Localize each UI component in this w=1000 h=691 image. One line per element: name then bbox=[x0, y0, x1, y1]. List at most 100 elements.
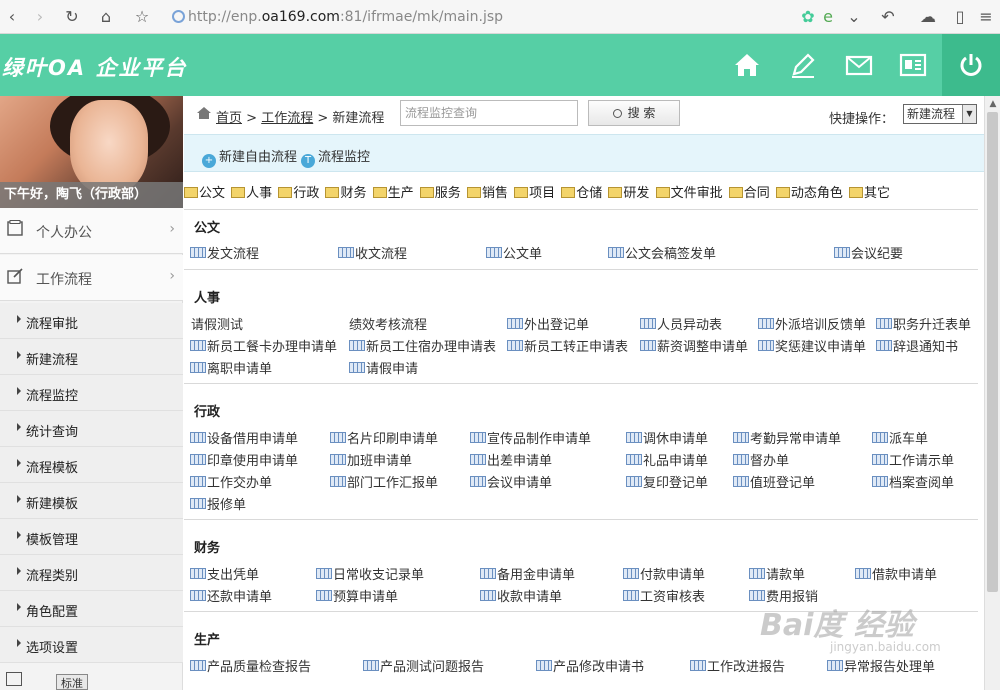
logout-button[interactable] bbox=[942, 34, 1000, 96]
flow-item[interactable]: 督办单 bbox=[733, 450, 789, 469]
sidebar-item-monitor[interactable]: 流程监控 bbox=[0, 375, 183, 411]
flow-item[interactable]: 奖惩建议申请单 bbox=[758, 336, 866, 355]
monitor-icon[interactable] bbox=[6, 672, 22, 686]
flow-item[interactable]: 新员工住宿办理申请表 bbox=[349, 336, 496, 355]
flow-item[interactable]: 派车单 bbox=[872, 428, 928, 447]
shield-icon[interactable]: ✿ bbox=[798, 7, 818, 27]
flow-item[interactable]: 职务升迁表单 bbox=[876, 314, 971, 333]
flow-item[interactable]: 付款申请单 bbox=[623, 564, 705, 583]
back-icon[interactable]: ‹ bbox=[2, 7, 22, 27]
flow-item[interactable]: 档案查阅单 bbox=[872, 472, 954, 491]
category-tab[interactable]: 生产 bbox=[372, 182, 414, 201]
flow-item[interactable]: 会议纪要 bbox=[834, 243, 903, 262]
sidebar-item-new-flow[interactable]: 新建流程 bbox=[0, 339, 183, 375]
flow-item[interactable]: 收文流程 bbox=[338, 243, 407, 262]
edit-icon[interactable] bbox=[788, 50, 818, 80]
vertical-scrollbar[interactable]: ▲ bbox=[984, 96, 1000, 690]
flow-item[interactable]: 异常报告处理单 bbox=[827, 656, 935, 675]
flow-item[interactable]: 请假测试 bbox=[191, 314, 243, 333]
sidebar-item-workflow[interactable]: 工作流程 › bbox=[0, 255, 183, 301]
flow-monitor-button[interactable]: T 流程监控 bbox=[301, 146, 370, 168]
profile-card-icon[interactable] bbox=[898, 50, 928, 80]
category-tab[interactable]: 仓储 bbox=[561, 182, 602, 201]
flow-item[interactable]: 工资审核表 bbox=[623, 586, 705, 605]
category-tab[interactable]: 动态角色 bbox=[775, 182, 843, 201]
sidebar-item-personal-office[interactable]: 个人办公 › bbox=[0, 208, 183, 254]
flow-item[interactable]: 绩效考核流程 bbox=[349, 314, 427, 333]
ie-icon[interactable]: e bbox=[818, 7, 838, 27]
flow-item[interactable]: 借款申请单 bbox=[855, 564, 937, 583]
flow-item[interactable]: 设备借用申请单 bbox=[190, 428, 298, 447]
flow-item[interactable]: 会议申请单 bbox=[470, 472, 552, 491]
flow-item[interactable]: 宣传品制作申请单 bbox=[470, 428, 591, 447]
forward-icon[interactable]: › bbox=[30, 7, 50, 27]
flow-item[interactable]: 离职申请单 bbox=[190, 358, 272, 377]
category-tab[interactable]: 合同 bbox=[728, 182, 770, 201]
search-button[interactable]: 搜 索 bbox=[588, 100, 680, 126]
category-tab[interactable]: 项目 bbox=[514, 182, 555, 201]
flow-item[interactable]: 公文会稿签发单 bbox=[608, 243, 716, 262]
flow-item[interactable]: 人员异动表 bbox=[640, 314, 722, 333]
flow-item[interactable]: 工作改进报告 bbox=[690, 656, 785, 675]
flow-item[interactable]: 请款单 bbox=[749, 564, 805, 583]
cloud-icon[interactable]: ☁ bbox=[918, 7, 938, 27]
sidebar-item-template-manage[interactable]: 模板管理 bbox=[0, 519, 183, 555]
sidebar-item-flow-category[interactable]: 流程类别 bbox=[0, 555, 183, 591]
phone-icon[interactable]: ▯ bbox=[950, 7, 970, 27]
undo-icon[interactable]: ↶ bbox=[878, 7, 898, 27]
category-tab[interactable]: 其它 bbox=[849, 182, 890, 201]
mail-icon[interactable] bbox=[844, 50, 874, 80]
flow-item[interactable]: 礼品申请单 bbox=[626, 450, 708, 469]
flow-item[interactable]: 部门工作汇报单 bbox=[330, 472, 438, 491]
address-bar[interactable]: http://enp.oa169.com:81/ifrmae/mk/main.j… bbox=[172, 5, 872, 29]
category-tab[interactable]: 公文 bbox=[184, 182, 225, 201]
category-tab[interactable]: 财务 bbox=[325, 182, 366, 201]
flow-item[interactable]: 薪资调整申请单 bbox=[640, 336, 748, 355]
sidebar-item-role-config[interactable]: 角色配置 bbox=[0, 591, 183, 627]
category-tab[interactable]: 人事 bbox=[231, 182, 272, 201]
sidebar-item-approval[interactable]: 流程审批 bbox=[0, 303, 183, 339]
flow-item[interactable]: 外出登记单 bbox=[507, 314, 589, 333]
flow-item[interactable]: 支出凭单 bbox=[190, 564, 259, 583]
flow-item[interactable]: 加班申请单 bbox=[330, 450, 412, 469]
category-tab[interactable]: 服务 bbox=[419, 182, 461, 201]
flow-item[interactable]: 出差申请单 bbox=[470, 450, 552, 469]
home-icon[interactable]: ⌂ bbox=[96, 7, 116, 27]
search-input[interactable]: 流程监控查询 bbox=[400, 100, 578, 126]
new-free-flow-button[interactable]: + 新建自由流程 bbox=[202, 146, 297, 168]
flow-item[interactable]: 还款申请单 bbox=[190, 586, 272, 605]
category-tab[interactable]: 文件审批 bbox=[655, 182, 723, 201]
flow-item[interactable]: 复印登记单 bbox=[626, 472, 708, 491]
flow-item[interactable]: 报修单 bbox=[190, 494, 246, 513]
breadcrumb-workflow-link[interactable]: 工作流程 bbox=[261, 111, 313, 126]
flow-item[interactable]: 产品质量检查报告 bbox=[190, 656, 311, 675]
flow-item[interactable]: 工作交办单 bbox=[190, 472, 272, 491]
category-tab[interactable]: 销售 bbox=[466, 182, 508, 201]
sidebar-item-new-template[interactable]: 新建模板 bbox=[0, 483, 183, 519]
flow-item[interactable]: 备用金申请单 bbox=[480, 564, 575, 583]
category-tab[interactable]: 研发 bbox=[608, 182, 649, 201]
quick-action-select[interactable]: 新建流程 ▼ bbox=[903, 104, 977, 124]
flow-item[interactable]: 印章使用申请单 bbox=[190, 450, 298, 469]
reload-icon[interactable]: ↻ bbox=[62, 7, 82, 27]
flow-item[interactable]: 调休申请单 bbox=[626, 428, 708, 447]
home-icon[interactable] bbox=[732, 50, 762, 80]
sidebar-item-templates[interactable]: 流程模板 bbox=[0, 447, 183, 483]
flow-item[interactable]: 请假申请 bbox=[349, 358, 418, 377]
flow-item[interactable]: 产品修改申请书 bbox=[536, 656, 644, 675]
sidebar-item-options[interactable]: 选项设置 bbox=[0, 627, 183, 663]
flow-item[interactable]: 值班登记单 bbox=[733, 472, 815, 491]
star-icon[interactable]: ☆ bbox=[132, 7, 152, 27]
flow-item[interactable]: 产品测试问题报告 bbox=[363, 656, 484, 675]
flow-item[interactable]: 新员工转正申请表 bbox=[507, 336, 628, 355]
flow-item[interactable]: 辞退通知书 bbox=[876, 336, 958, 355]
category-tab[interactable]: 行政 bbox=[278, 182, 319, 201]
flow-item[interactable]: 名片印刷申请单 bbox=[330, 428, 438, 447]
flow-item[interactable]: 考勤异常申请单 bbox=[733, 428, 841, 447]
flow-item[interactable]: 收款申请单 bbox=[480, 586, 562, 605]
menu-icon[interactable]: ≡ bbox=[976, 7, 996, 27]
scroll-up-icon[interactable]: ▲ bbox=[985, 96, 1000, 112]
flow-item[interactable]: 工作请示单 bbox=[872, 450, 954, 469]
flow-item[interactable]: 新员工餐卡办理申请单 bbox=[190, 336, 337, 355]
dropdown-icon[interactable]: ⌄ bbox=[844, 7, 864, 27]
